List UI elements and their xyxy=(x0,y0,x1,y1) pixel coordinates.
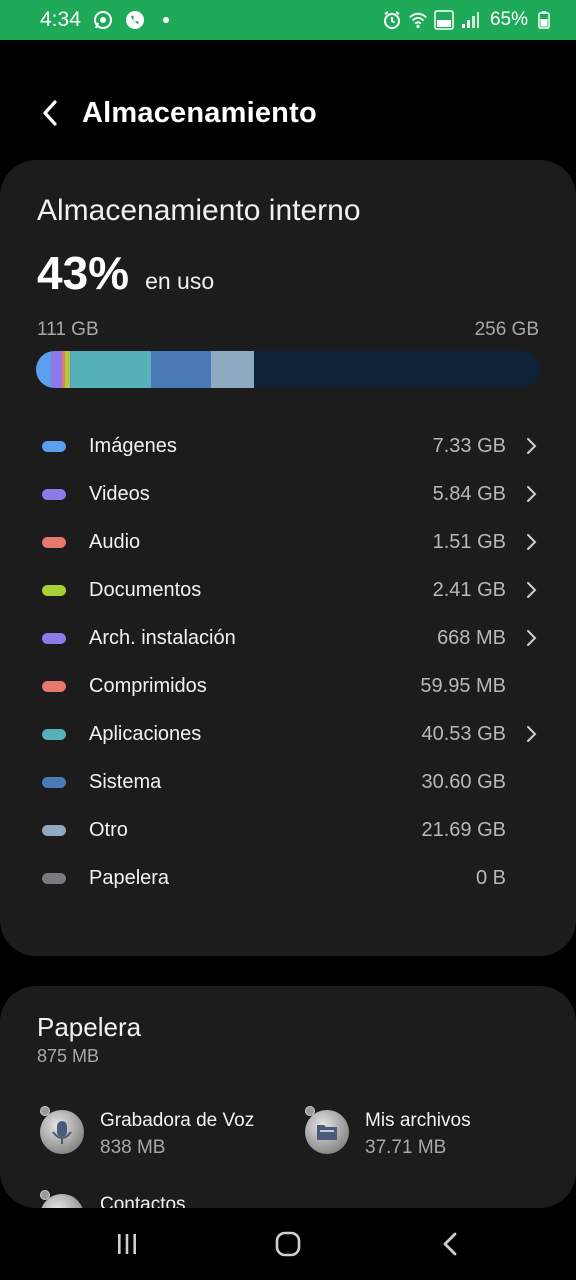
category-size: 30.60 GB xyxy=(421,770,506,793)
trash-item-size: 37.71 MB xyxy=(365,1137,447,1158)
usage-segment xyxy=(36,351,51,388)
trash-item-name: Contactos xyxy=(100,1194,186,1208)
category-color-dot xyxy=(42,632,66,644)
category-color-dot xyxy=(42,584,66,596)
category-name: Otro xyxy=(89,818,128,841)
category-color-dot xyxy=(42,776,66,788)
recents-icon xyxy=(118,1234,136,1254)
chevron-left-icon xyxy=(43,100,57,126)
category-color-dot xyxy=(42,488,66,500)
category-list: Imágenes 7.33 GB Videos 5.84 GB Audio 1.51 GB… xyxy=(0,422,576,902)
chevron-right-icon xyxy=(527,438,537,454)
category-color-dot xyxy=(42,728,66,740)
home-button[interactable] xyxy=(268,1226,308,1262)
trash-item-name: Grabadora de Voz xyxy=(100,1110,255,1131)
category-row[interactable]: Videos 5.84 GB xyxy=(0,470,576,518)
trash-item-my-files[interactable]: Mis archivos 37.71 MB xyxy=(305,1106,471,1159)
battery-icon xyxy=(534,10,554,30)
category-color-dot xyxy=(42,872,66,884)
usage-segment xyxy=(71,351,151,388)
usage-segment xyxy=(211,351,255,388)
navigation-bar xyxy=(0,1208,576,1280)
category-name: Comprimidos xyxy=(89,674,207,697)
category-name: Aplicaciones xyxy=(89,722,202,745)
usage-percent-row: 43% en uso xyxy=(37,246,214,300)
trash-item-voice-recorder[interactable]: Grabadora de Voz 838 MB xyxy=(40,1106,255,1159)
status-left: 4:34 xyxy=(40,8,382,32)
alarm-icon xyxy=(382,10,402,30)
category-size: 1.51 GB xyxy=(432,530,506,553)
battery-percent: 65% xyxy=(489,9,528,30)
storage-title: Almacenamiento interno xyxy=(37,194,361,227)
volte-4g-icon xyxy=(434,10,454,30)
category-row[interactable]: Audio 1.51 GB xyxy=(0,518,576,566)
category-row[interactable]: Aplicaciones 40.53 GB xyxy=(0,710,576,758)
category-size: 7.33 GB xyxy=(432,434,506,457)
nav-back-button[interactable] xyxy=(430,1226,470,1262)
category-color-dot xyxy=(42,536,66,548)
category-name: Imágenes xyxy=(89,434,177,457)
category-row[interactable]: Documentos 2.41 GB xyxy=(0,566,576,614)
signal-icon xyxy=(460,10,480,30)
category-row[interactable]: Arch. instalación 668 MB xyxy=(0,614,576,662)
category-name: Documentos xyxy=(89,578,202,601)
category-size: 0 B xyxy=(475,866,506,889)
chevron-right-icon xyxy=(527,726,537,742)
phone-call-icon xyxy=(125,10,145,30)
page-title: Almacenamiento xyxy=(82,96,317,129)
status-right: 65% xyxy=(382,9,554,31)
category-color-dot xyxy=(42,680,66,692)
usage-segment xyxy=(150,351,212,388)
category-size: 5.84 GB xyxy=(432,482,506,505)
category-size: 40.53 GB xyxy=(421,722,506,745)
usage-percent-label: en uso xyxy=(145,268,215,294)
internal-storage-card: Almacenamiento interno 43% en uso 111 GB… xyxy=(0,160,576,956)
usage-percent: 43% xyxy=(37,247,130,299)
category-size: 21.69 GB xyxy=(421,818,506,841)
category-row: Comprimidos 59.95 MB xyxy=(0,662,576,710)
trash-item-size: 838 MB xyxy=(100,1137,166,1158)
chevron-right-icon xyxy=(527,582,537,598)
category-name: Videos xyxy=(89,482,150,505)
voice-recorder-icon xyxy=(40,1106,84,1154)
chevron-right-icon xyxy=(527,534,537,550)
chevron-right-icon xyxy=(527,486,537,502)
category-size: 668 MB xyxy=(437,626,506,649)
recents-button[interactable] xyxy=(107,1226,147,1262)
category-size: 59.95 MB xyxy=(420,674,506,697)
status-bar: 4:34 65% xyxy=(0,0,576,40)
notification-dot-icon xyxy=(162,17,169,23)
category-row: Sistema 30.60 GB xyxy=(0,758,576,806)
trash-title: Papelera xyxy=(37,1012,142,1042)
storage-usage-bar xyxy=(36,351,540,388)
chevron-right-icon xyxy=(527,630,537,646)
category-row: Otro 21.69 GB xyxy=(0,806,576,854)
category-color-dot xyxy=(42,824,66,836)
used-storage: 111 GB xyxy=(37,319,99,340)
wifi-icon xyxy=(408,10,428,30)
usage-segment xyxy=(50,351,63,388)
app-header: Almacenamiento xyxy=(0,80,576,146)
category-row[interactable]: Imágenes 7.33 GB xyxy=(0,422,576,470)
trash-card: Papelera 875 MB Grabadora de Voz 838 MB … xyxy=(0,986,576,1208)
total-storage: 256 GB xyxy=(474,319,539,340)
my-files-icon xyxy=(305,1106,349,1154)
home-icon xyxy=(275,1231,301,1257)
back-button[interactable] xyxy=(32,95,68,131)
category-row: Papelera 0 B xyxy=(0,854,576,902)
back-icon xyxy=(443,1232,457,1256)
category-color-dot xyxy=(42,440,66,452)
category-name: Sistema xyxy=(89,770,162,793)
contacts-icon xyxy=(40,1190,84,1208)
status-time: 4:34 xyxy=(40,8,81,31)
category-name: Audio xyxy=(89,530,141,553)
trash-item-contacts[interactable]: Contactos xyxy=(40,1190,186,1208)
category-size: 2.41 GB xyxy=(432,578,506,601)
trash-item-name: Mis archivos xyxy=(365,1110,471,1131)
category-name: Papelera xyxy=(89,866,170,889)
trash-size: 875 MB xyxy=(37,1046,100,1066)
whatsapp-icon xyxy=(93,10,113,30)
category-name: Arch. instalación xyxy=(89,626,236,649)
